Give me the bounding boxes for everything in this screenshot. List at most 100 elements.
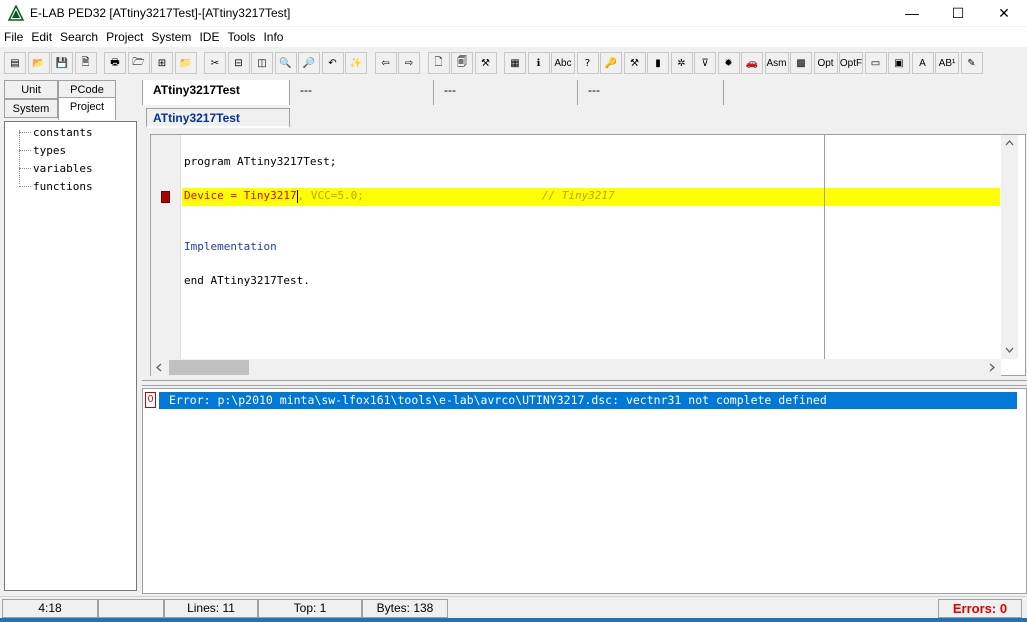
status-errors: Errors: 0 [938,599,1022,618]
scroll-left-icon[interactable] [156,363,162,372]
undo-button[interactable]: ↶ [321,52,344,74]
message-panel: 0 Error: p:\p2010 minta\sw-lfox161\tools… [142,388,1027,594]
menu-bar: File Edit Search Project System IDE Tool… [0,27,1027,47]
scroll-right-icon[interactable] [989,363,995,372]
title-bar: E-LAB PED32 [ATtiny3217Test]-[ATtiny3217… [0,0,1027,26]
tree-button[interactable]: ✲ [670,52,693,74]
build-button[interactable]: ⚒ [623,52,646,74]
tab-unit[interactable]: Unit [4,80,58,99]
status-cursor-position: 4:18 [2,599,98,618]
code-editor[interactable]: program ATtiny3217Test; Device = Tiny321… [150,134,1026,376]
minimize-button[interactable]: — [889,0,935,26]
code-line-implementation: Implementation [184,240,277,253]
tab-empty-3[interactable]: --- [578,80,724,105]
tree-branch [19,168,31,169]
optf-button[interactable]: OptF [839,52,863,74]
tree-connector [19,130,20,184]
cut-button[interactable]: ✂ [204,52,226,74]
tab-attiny3217test[interactable]: ATtiny3217Test [142,80,290,105]
split-horizontal-button[interactable]: ⊟ [227,52,250,74]
menu-ide[interactable]: IDE [195,27,223,47]
forward-button[interactable]: ⇨ [398,52,420,74]
print-button[interactable]: 🖶 [104,52,126,74]
menu-project[interactable]: Project [102,27,147,47]
document-button[interactable]: 🗐 [451,52,473,74]
preview-button[interactable]: 🗋 [427,52,450,74]
scroll-up-icon[interactable] [1005,140,1014,146]
tree-item-variables[interactable]: variables [33,162,93,175]
code-comment: // Tiny3217 [541,189,615,202]
code-line-device: Device = Tiny3217, VCC=5.0; // Tiny3217 [184,189,615,203]
chart-button[interactable]: ▮ [647,52,669,74]
horizontal-scroll-thumb[interactable] [169,360,249,375]
right-margin-line [824,135,825,359]
car-button[interactable]: 🚗 [741,52,763,74]
status-bar: 4:18 Lines: 11 Top: 1 Bytes: 138 Errors:… [0,596,1027,618]
key-help-button[interactable]: 🔑 [600,52,622,74]
filter-button[interactable]: ⊽ [694,52,716,74]
font-button[interactable]: A [911,52,934,74]
status-top: Top: 1 [258,599,362,618]
menu-file[interactable]: File [0,27,27,47]
serial-button[interactable]: ▭ [864,52,887,74]
spellcheck-button[interactable]: Abc [551,52,575,74]
scroll-down-icon[interactable] [1005,347,1014,353]
error-message-row[interactable]: Error: p:\p2010 minta\sw-lfox161\tools\e… [159,392,1017,409]
error-number-badge: 0 [145,392,156,408]
save-button[interactable]: 💾 [51,52,73,74]
add-file-button[interactable]: ⊞ [151,52,173,74]
back-button[interactable]: ⇦ [374,52,397,74]
save-all-button[interactable]: 🗎 [74,52,97,74]
status-empty [98,599,164,618]
ide-window: E-LAB PED32 [ATtiny3217Test]-[ATtiny3217… [0,0,1027,622]
taskbar-edge [0,618,1027,622]
menu-info[interactable]: Info [259,27,287,47]
tree-item-types[interactable]: types [33,144,66,157]
maximize-button[interactable]: ☐ [935,0,981,26]
horizontal-scrollbar[interactable] [151,359,1001,376]
menu-search[interactable]: Search [56,27,102,47]
split-vertical-button[interactable]: ◫ [251,52,273,74]
file-subtab[interactable]: ATtiny3217Test [146,108,290,128]
project-tree: constants types variables functions [4,121,137,591]
asm-button[interactable]: Asm [764,52,789,74]
close-button[interactable]: ✕ [981,0,1027,26]
open-project-button[interactable]: 🗁 [127,52,150,74]
debug-button[interactable]: ✹ [717,52,740,74]
vertical-scrollbar[interactable] [1001,135,1018,359]
tab-project[interactable]: Project [58,97,116,120]
menu-system[interactable]: System [147,27,195,47]
calculator-button[interactable]: ▦ [504,52,526,74]
superscript-button[interactable]: AB¹ [935,52,959,74]
tree-item-constants[interactable]: constants [33,126,93,139]
tree-item-functions[interactable]: functions [33,180,93,193]
magic-wand-button[interactable]: ✨ [345,52,367,74]
help-button[interactable]: ? [576,52,599,74]
opt-button[interactable]: Opt [813,52,838,74]
device-declaration: Device = Tiny3217 [184,189,297,202]
tab-empty-1[interactable]: --- [290,80,434,105]
tree-branch [19,132,31,133]
code-line-program: program ATtiny3217Test; [184,155,337,168]
chip-button[interactable]: ▩ [790,52,812,74]
status-lines: Lines: 11 [164,599,258,618]
window-title: E-LAB PED32 [ATtiny3217Test]-[ATtiny3217… [30,6,291,20]
find-button[interactable]: 🔍 [274,52,297,74]
menu-edit[interactable]: Edit [27,27,56,47]
tab-system[interactable]: System [4,99,58,118]
editor-gutter [151,135,181,359]
tools-button[interactable]: ⚒ [474,52,497,74]
project-folder-button[interactable]: 📁 [174,52,197,74]
editor-tab-bar: ATtiny3217Test --- --- --- [142,78,1027,106]
tab-empty-2[interactable]: --- [434,80,578,105]
board-button[interactable]: ▣ [888,52,910,74]
hint-button[interactable]: ℹ [527,52,550,74]
open-folder-button[interactable]: 📂 [27,52,50,74]
panel-splitter[interactable] [142,380,1027,386]
new-files-button[interactable]: ▤ [4,52,26,74]
replace-button[interactable]: 🔎 [298,52,320,74]
elab-logo-icon [8,5,24,21]
breakpoint-marker[interactable] [161,191,170,203]
pen-button[interactable]: ✎ [960,52,983,74]
menu-tools[interactable]: Tools [223,27,259,47]
